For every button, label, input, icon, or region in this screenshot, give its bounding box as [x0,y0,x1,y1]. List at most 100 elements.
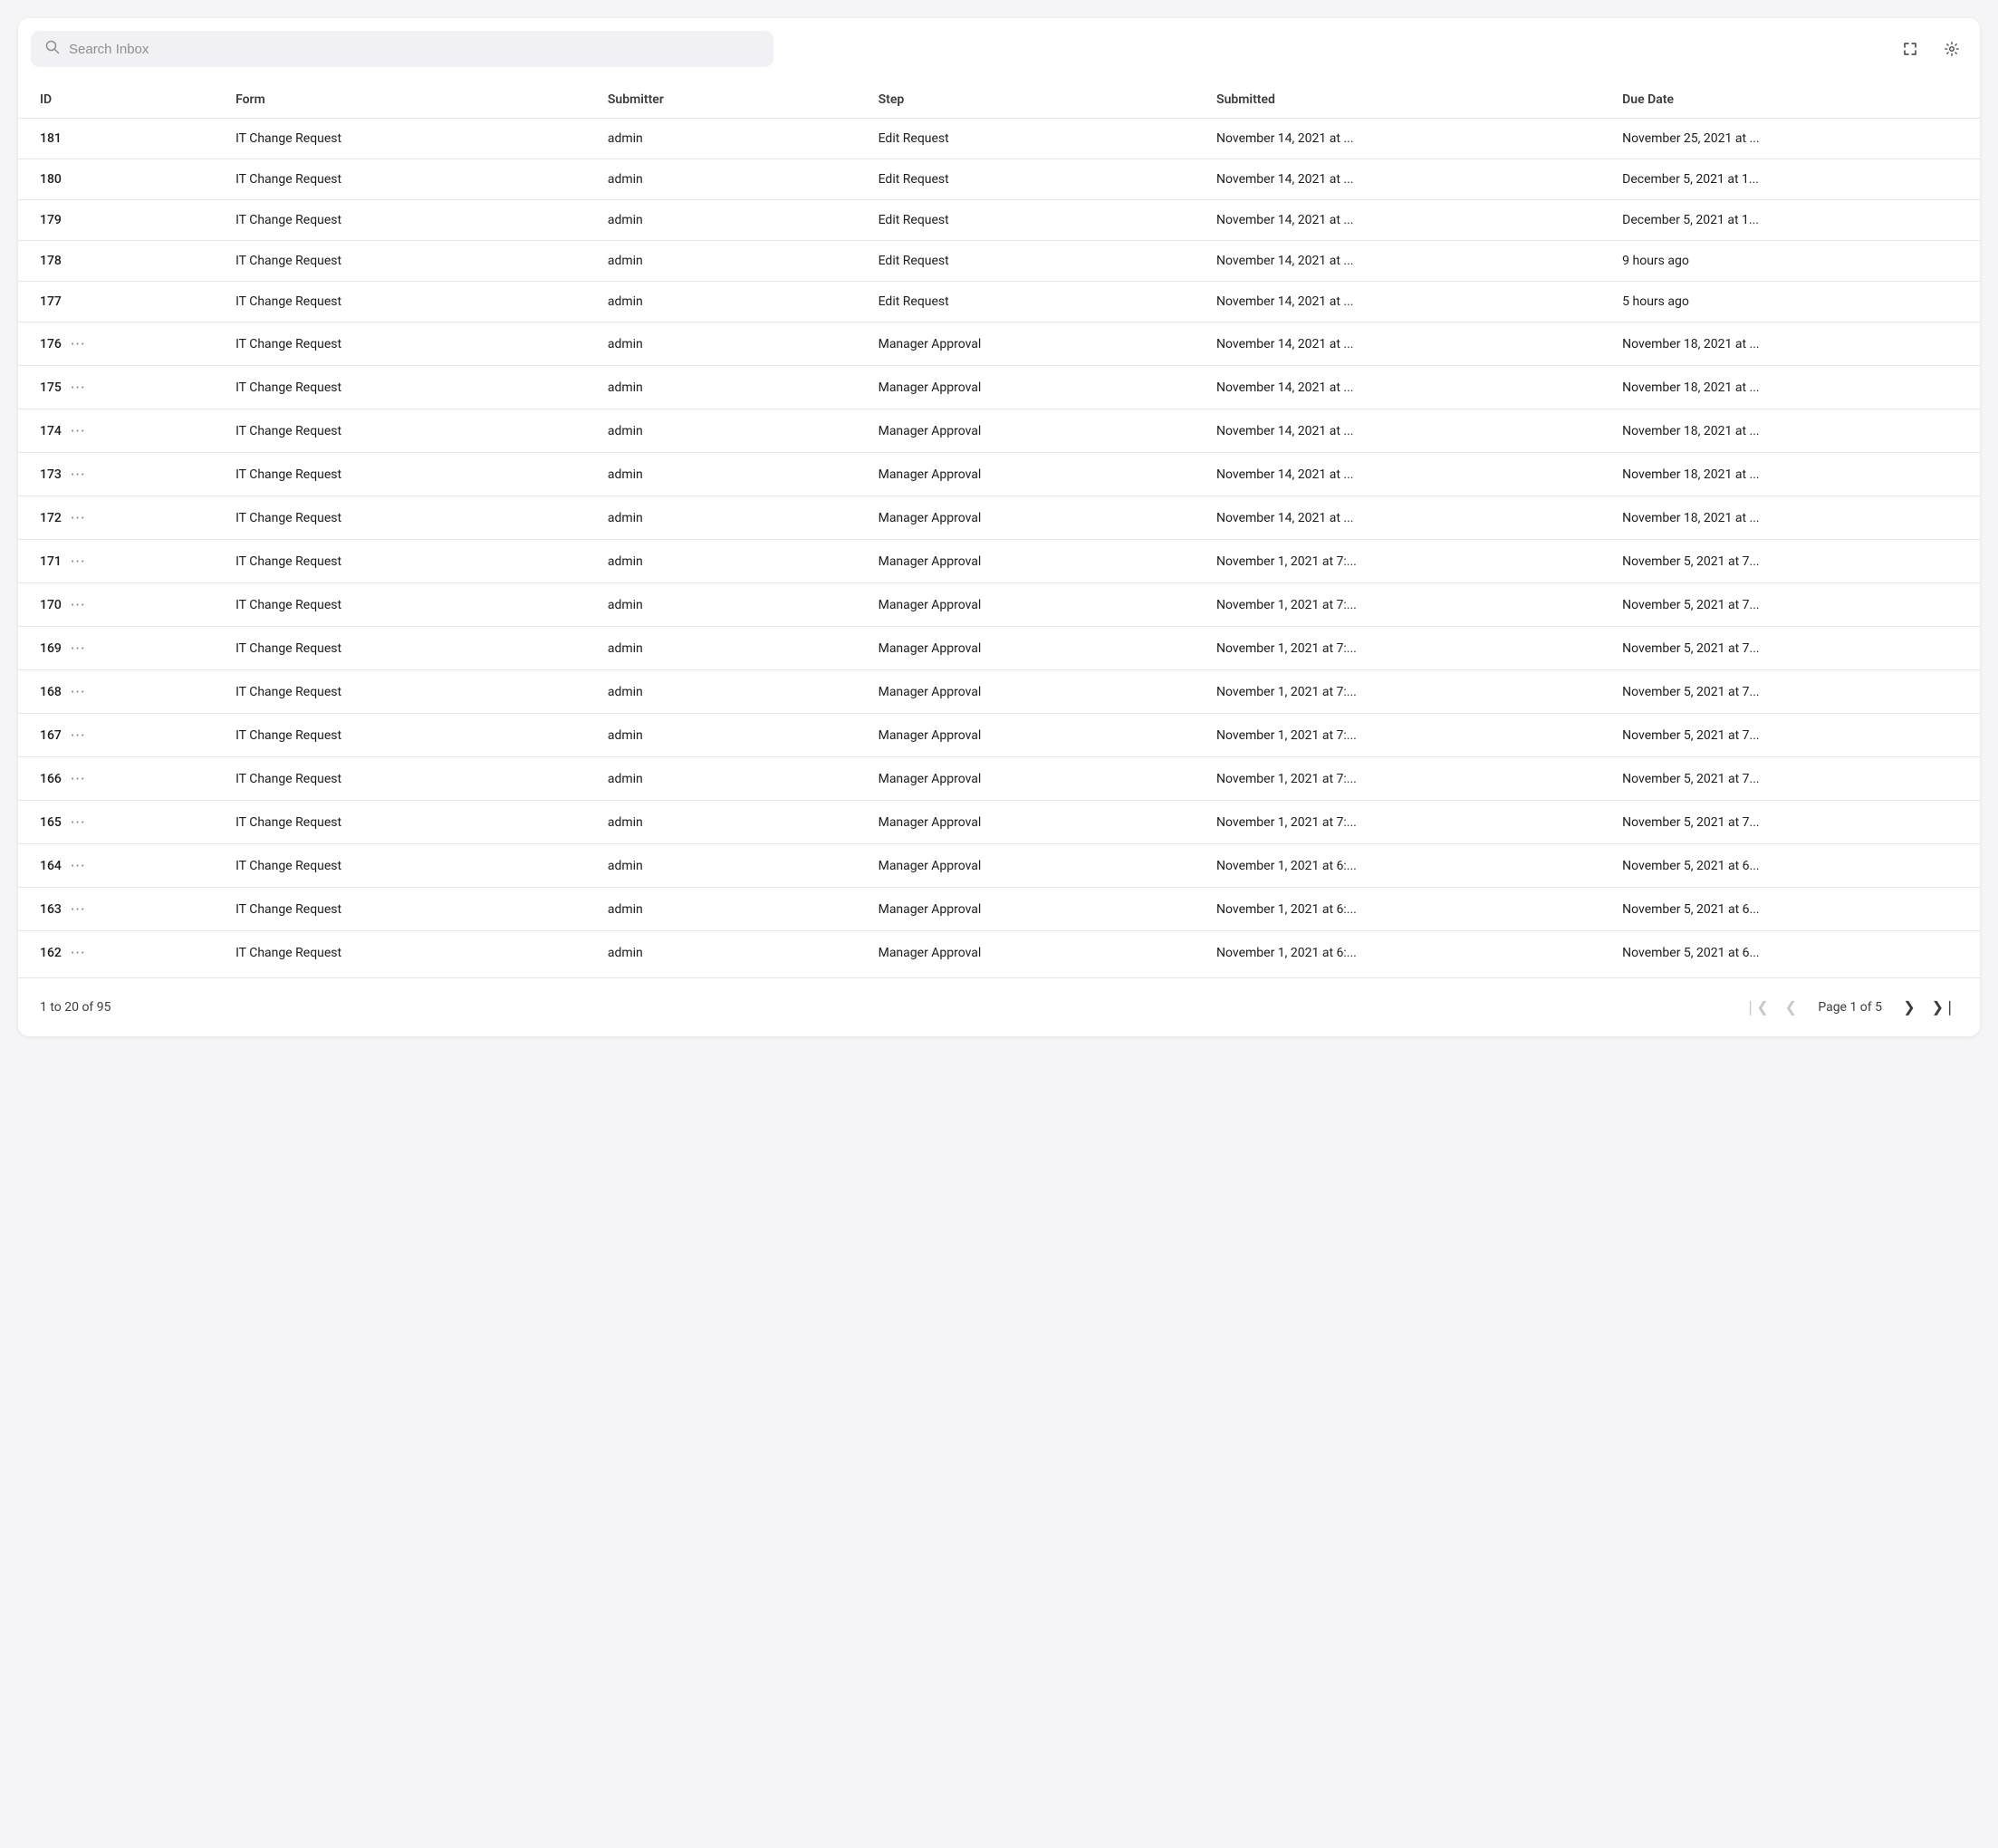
table-row[interactable]: 163···IT Change RequestadminManager Appr… [18,888,1980,931]
table-row[interactable]: 180IT Change RequestadminEdit RequestNov… [18,159,1980,200]
cell-id: 166··· [18,757,221,801]
col-header-id: ID [18,82,221,119]
table-row[interactable]: 176···IT Change RequestadminManager Appr… [18,322,1980,366]
cell-step: Edit Request [864,241,1202,282]
table-row[interactable]: 170···IT Change RequestadminManager Appr… [18,583,1980,627]
cell-submitted: November 1, 2021 at 7:... [1202,801,1608,844]
row-id: 178 [40,254,62,268]
table-row[interactable]: 171···IT Change RequestadminManager Appr… [18,540,1980,583]
cell-id: 170··· [18,583,221,627]
first-page-button[interactable]: ❘❮ [1742,993,1771,1022]
cell-submitted: November 1, 2021 at 6:... [1202,888,1608,931]
col-header-step: Step [864,82,1202,119]
cell-id: 169··· [18,627,221,670]
cell-submitter: admin [593,453,864,496]
cell-duedate: November 18, 2021 at ... [1608,453,1980,496]
cell-submitted: November 14, 2021 at ... [1202,453,1608,496]
row-id: 173 [40,467,62,482]
cell-id: 177 [18,282,221,322]
col-header-submitted: Submitted [1202,82,1608,119]
page-info: Page 1 of 5 [1811,1000,1889,1015]
row-menu-dots[interactable]: ··· [71,466,86,483]
last-page-button[interactable]: ❯❘ [1929,993,1958,1022]
table-row[interactable]: 173···IT Change RequestadminManager Appr… [18,453,1980,496]
row-menu-dots[interactable]: ··· [71,640,86,657]
row-menu-dots[interactable]: ··· [71,596,86,613]
cell-submitter: admin [593,282,864,322]
table-row[interactable]: 172···IT Change RequestadminManager Appr… [18,496,1980,540]
cell-form: IT Change Request [221,888,593,931]
row-id: 164 [40,859,62,873]
row-menu-dots[interactable]: ··· [71,727,86,744]
table-row[interactable]: 162···IT Change RequestadminManager Appr… [18,931,1980,975]
cell-submitted: November 14, 2021 at ... [1202,496,1608,540]
cell-submitted: November 14, 2021 at ... [1202,366,1608,409]
cell-submitter: admin [593,801,864,844]
cell-submitted: November 1, 2021 at 6:... [1202,931,1608,975]
cell-duedate: November 5, 2021 at 7... [1608,583,1980,627]
table-row[interactable]: 169···IT Change RequestadminManager Appr… [18,627,1980,670]
table-footer: 1 to 20 of 95 ❘❮ ❮ Page 1 of 5 ❯ ❯❘ [18,977,1980,1036]
cell-step: Manager Approval [864,322,1202,366]
table-row[interactable]: 181IT Change RequestadminEdit RequestNov… [18,119,1980,159]
cell-step: Manager Approval [864,801,1202,844]
next-page-button[interactable]: ❯ [1895,993,1924,1022]
row-menu-dots[interactable]: ··· [71,379,86,396]
cell-step: Manager Approval [864,627,1202,670]
row-id: 167 [40,728,62,743]
table-row[interactable]: 167···IT Change RequestadminManager Appr… [18,714,1980,757]
col-header-form: Form [221,82,593,119]
cell-form: IT Change Request [221,714,593,757]
cell-form: IT Change Request [221,844,593,888]
search-input[interactable] [69,42,759,57]
table-row[interactable]: 165···IT Change RequestadminManager Appr… [18,801,1980,844]
table-row[interactable]: 177IT Change RequestadminEdit RequestNov… [18,282,1980,322]
prev-page-button[interactable]: ❮ [1776,993,1805,1022]
cell-submitter: admin [593,844,864,888]
cell-submitted: November 1, 2021 at 7:... [1202,670,1608,714]
table-row[interactable]: 168···IT Change RequestadminManager Appr… [18,670,1980,714]
cell-form: IT Change Request [221,282,593,322]
cell-duedate: November 5, 2021 at 7... [1608,670,1980,714]
table-body: 181IT Change RequestadminEdit RequestNov… [18,119,1980,975]
row-menu-dots[interactable]: ··· [71,813,86,831]
row-menu-dots[interactable]: ··· [71,770,86,787]
cell-duedate: November 5, 2021 at 7... [1608,540,1980,583]
search-bar [31,31,773,67]
table-row[interactable]: 179IT Change RequestadminEdit RequestNov… [18,200,1980,241]
table-row[interactable]: 175···IT Change RequestadminManager Appr… [18,366,1980,409]
row-menu-dots[interactable]: ··· [71,335,86,352]
cell-submitter: admin [593,366,864,409]
row-id: 181 [40,131,62,146]
row-menu-dots[interactable]: ··· [71,422,86,439]
expand-button[interactable] [1895,34,1926,64]
inbox-table: ID Form Submitter Step Submitted Due Dat… [18,82,1980,974]
cell-step: Edit Request [864,159,1202,200]
row-menu-dots[interactable]: ··· [71,857,86,874]
row-menu-dots[interactable]: ··· [71,509,86,526]
cell-form: IT Change Request [221,931,593,975]
cell-duedate: November 5, 2021 at 7... [1608,627,1980,670]
settings-button[interactable] [1936,34,1967,64]
table-row[interactable]: 164 ··· IT Change RequestadminManager Appr… [18,844,1980,888]
row-id: 165 [40,815,62,830]
row-menu-dots[interactable]: ··· [71,553,86,570]
row-menu-dots[interactable]: ··· [71,944,86,961]
table-row[interactable]: 178IT Change RequestadminEdit RequestNov… [18,241,1980,282]
table-row[interactable]: 166···IT Change RequestadminManager Appr… [18,757,1980,801]
table-row[interactable]: 174···IT Change RequestadminManager Appr… [18,409,1980,453]
row-menu-dots[interactable]: ··· [71,683,86,700]
cell-form: IT Change Request [221,322,593,366]
cell-duedate: November 5, 2021 at 6... [1608,844,1980,888]
row-id: 179 [40,213,62,227]
cell-submitter: admin [593,496,864,540]
cell-step: Manager Approval [864,714,1202,757]
row-menu-dots[interactable]: ··· [71,900,86,918]
cell-submitted: November 1, 2021 at 6:... [1202,844,1608,888]
cell-submitted: November 14, 2021 at ... [1202,159,1608,200]
inbox-container: ID Form Submitter Step Submitted Due Dat… [18,18,1980,1036]
cell-form: IT Change Request [221,627,593,670]
cell-id: 164 ··· [18,844,221,888]
cell-duedate: November 5, 2021 at 7... [1608,757,1980,801]
cell-step: Manager Approval [864,844,1202,888]
